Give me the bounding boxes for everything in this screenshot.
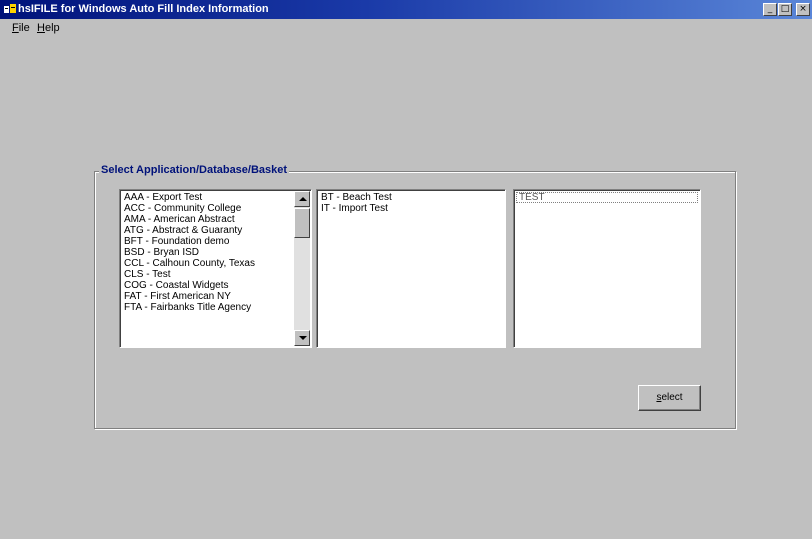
application-item[interactable]: BFT - Foundation demo: [121, 236, 293, 247]
close-button[interactable]: ×: [796, 3, 810, 16]
basket-item[interactable]: TEST: [516, 192, 698, 203]
arrow-up-icon: [299, 197, 307, 201]
application-item[interactable]: AAA - Export Test: [121, 192, 293, 203]
basket-listbox[interactable]: TEST: [513, 189, 701, 348]
menu-bar: File Help: [0, 19, 812, 37]
application-item[interactable]: ACC - Community College: [121, 203, 293, 214]
application-scrollbar[interactable]: [294, 191, 310, 346]
app-icon: [4, 4, 16, 13]
application-item[interactable]: ATG - Abstract & Guaranty: [121, 225, 293, 236]
maximize-icon: □: [780, 4, 790, 14]
database-item[interactable]: BT - Beach Test: [318, 192, 503, 203]
database-listbox[interactable]: BT - Beach Test IT - Import Test: [316, 189, 506, 348]
group-label: Select Application/Database/Basket: [99, 164, 290, 176]
application-listbox[interactable]: AAA - Export Test ACC - Community College…: [119, 189, 312, 348]
database-item[interactable]: IT - Import Test: [318, 203, 503, 214]
minimize-icon: _: [767, 4, 773, 14]
basket-list: TEST: [516, 192, 698, 203]
application-item[interactable]: COG - Coastal Widgets: [121, 280, 293, 291]
scroll-thumb[interactable]: [294, 208, 310, 238]
application-item[interactable]: FAT - First American NY: [121, 291, 293, 302]
menu-help[interactable]: Help: [37, 22, 60, 34]
scroll-down-button[interactable]: [294, 330, 310, 346]
maximize-button[interactable]: □: [778, 3, 792, 16]
title-bar[interactable]: hsIFILE for Windows Auto Fill Index Info…: [0, 0, 812, 19]
menu-file[interactable]: File: [12, 22, 30, 34]
application-item[interactable]: CCL - Calhoun County, Texas: [121, 258, 293, 269]
database-list: BT - Beach Test IT - Import Test: [318, 192, 503, 214]
application-item[interactable]: BSD - Bryan ISD: [121, 247, 293, 258]
window-title: hsIFILE for Windows Auto Fill Index Info…: [18, 3, 269, 15]
minimize-button[interactable]: _: [763, 3, 777, 16]
select-button[interactable]: select: [638, 385, 701, 411]
application-item[interactable]: AMA - American Abstract: [121, 214, 293, 225]
application-item[interactable]: CLS - Test: [121, 269, 293, 280]
application-item[interactable]: FTA - Fairbanks Title Agency: [121, 302, 293, 313]
application-list: AAA - Export Test ACC - Community College…: [121, 192, 293, 313]
arrow-down-icon: [299, 336, 307, 340]
scroll-up-button[interactable]: [294, 191, 310, 207]
close-icon: ×: [799, 4, 807, 14]
main-window: hsIFILE for Windows Auto Fill Index Info…: [0, 0, 812, 539]
